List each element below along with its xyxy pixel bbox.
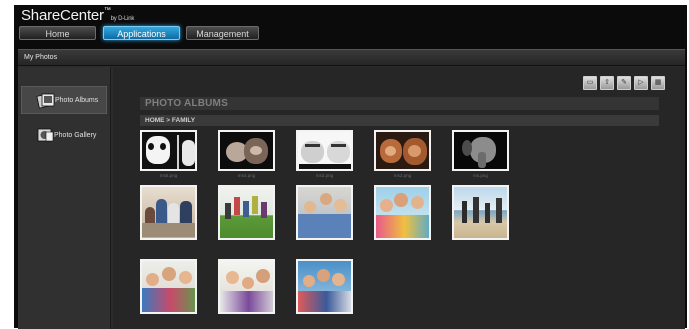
nav-applications-button[interactable]: Applications xyxy=(103,26,180,40)
photo-gallery-icon xyxy=(37,128,54,142)
photo-thumbnail[interactable]: ms5.png xyxy=(140,130,197,178)
grid-view-icon[interactable]: ▦ xyxy=(651,76,665,90)
photo-thumbnail[interactable]: ms4.png xyxy=(218,130,275,178)
sidebar: Photo Albums Photo Gallery xyxy=(18,67,111,329)
brand-logo: ShareCenter™by D-Link xyxy=(21,7,135,24)
photo-thumbnail[interactable] xyxy=(218,259,275,314)
my-photos-panel: My Photos Photo Albums Photo Gallery ▭ ⇧… xyxy=(18,49,685,329)
panel-title: My Photos xyxy=(18,50,685,66)
edit-icon[interactable]: ✎ xyxy=(617,76,631,90)
upload-icon[interactable]: ⇧ xyxy=(600,76,614,90)
sidebar-item-label: Photo Albums xyxy=(55,97,99,104)
photo-thumbnail[interactable] xyxy=(452,185,509,240)
photo-thumbnail[interactable]: ms2.png xyxy=(374,130,431,178)
photo-thumbnail[interactable] xyxy=(374,185,431,240)
sharecenter-app: ShareCenter™by D-Link Home Applications … xyxy=(14,5,687,329)
photo-thumbnail[interactable]: ms3.png xyxy=(296,130,353,178)
sidebar-item-photo-gallery[interactable]: Photo Gallery xyxy=(21,122,107,150)
photo-albums-icon xyxy=(36,93,55,109)
photo-thumbnail[interactable] xyxy=(140,259,197,314)
section-title: PHOTO ALBUMS xyxy=(140,97,659,110)
nav-home-button[interactable]: Home xyxy=(19,26,96,40)
photo-thumbnail[interactable] xyxy=(218,185,275,240)
photo-content-area: ▭ ⇧ ✎ ▷ ▦ PHOTO ALBUMS HOME > FAMILY ms5.png xyxy=(113,67,685,329)
photo-toolbar: ▭ ⇧ ✎ ▷ ▦ xyxy=(580,71,665,90)
sidebar-item-label: Photo Gallery xyxy=(54,132,97,139)
nav-management-button[interactable]: Management xyxy=(186,26,259,40)
photo-thumbnail[interactable] xyxy=(296,185,353,240)
sidebar-item-photo-albums[interactable]: Photo Albums xyxy=(21,86,107,114)
photo-thumbnail[interactable]: ms.png xyxy=(452,130,509,178)
breadcrumb: HOME > FAMILY xyxy=(140,115,659,126)
slideshow-icon[interactable]: ▭ xyxy=(583,76,597,90)
play-icon[interactable]: ▷ xyxy=(634,76,648,90)
photo-thumbnail[interactable] xyxy=(296,259,353,314)
photo-thumbnail[interactable] xyxy=(140,185,197,240)
